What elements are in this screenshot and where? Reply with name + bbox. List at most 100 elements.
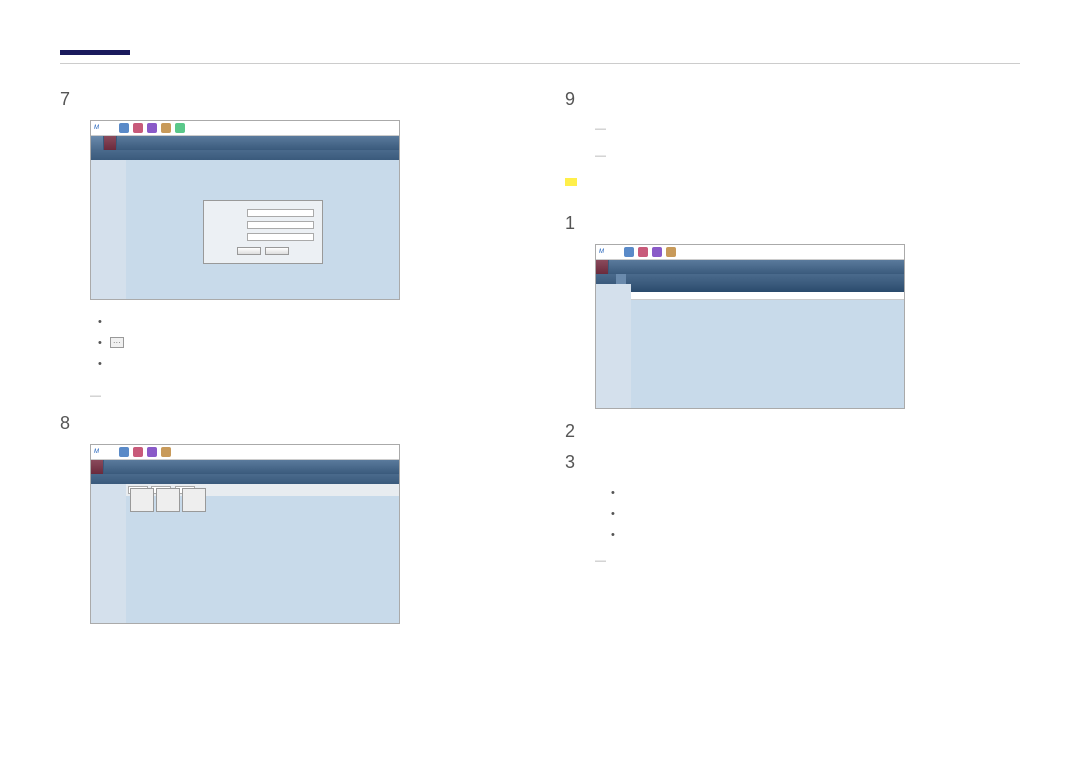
grid-header [631,284,904,292]
step-7: 7 [60,89,515,110]
screenshot-time-settings: M [595,244,1020,409]
magicinfo-logo: M [599,249,604,255]
bullet-item [98,333,515,354]
page-columns: 7 M [60,89,1020,636]
header-icons [119,447,171,457]
grid-row[interactable] [631,292,904,300]
ribbon-tab[interactable] [104,136,117,150]
left-column: 7 M [60,89,515,636]
ribbon-tab[interactable] [91,460,104,474]
screenshot-approve-device: M [90,120,515,300]
sidebar-item[interactable] [598,286,629,290]
mi-subribbon [596,274,904,284]
nav-icon[interactable] [161,447,171,457]
section-heading [565,178,577,186]
nav-icon[interactable] [666,247,676,257]
nav-icon[interactable] [161,123,171,133]
bullet-list [98,312,515,375]
sidebar-item[interactable] [93,498,124,502]
nav-icon[interactable] [147,123,157,133]
mi-header: M [91,445,399,460]
ok-button[interactable] [237,247,261,255]
step-number: 3 [565,452,581,473]
device-name-input[interactable] [247,209,314,217]
dialog-buttons [212,247,314,255]
device-group-input[interactable] [247,221,314,229]
step-number: 8 [60,413,76,434]
header-accent [60,50,130,55]
note [90,387,515,406]
step-number: 1 [565,213,581,234]
device-thumbnail[interactable] [182,488,206,512]
step-8: 8 [60,413,515,434]
device-thumbnail[interactable] [156,488,180,512]
mi-main [126,484,399,623]
note [595,147,1020,166]
bullet-item [98,312,515,333]
step-number: 2 [565,421,581,442]
mi-main [126,160,399,299]
nav-icon[interactable] [147,447,157,457]
sub-bullet-list [611,483,1020,546]
bullet-item [611,504,1020,525]
magicinfo-logo: M [94,125,99,131]
approve-dialog [203,200,323,264]
grid-head-cell [677,284,723,292]
header-icons [119,123,185,133]
mi-sidebar [91,160,126,299]
ribbon-tab[interactable] [596,260,609,274]
group-picker-icon[interactable] [110,337,124,348]
nav-icon[interactable] [133,123,143,133]
location-input[interactable] [247,233,314,241]
note [595,552,1020,571]
subtab[interactable] [596,274,606,284]
screenshot-device-list: M [90,444,515,624]
grid-head-cell [859,284,905,292]
cancel-button[interactable] [265,247,289,255]
nav-icon[interactable] [133,447,143,457]
mi-ribbon [91,460,399,474]
grid-head-cell [631,284,677,292]
dialog-row [212,221,314,229]
subribbon-tab[interactable] [91,150,101,160]
nav-icon[interactable] [624,247,634,257]
magicinfo-window: M [90,444,400,624]
device-thumbnail[interactable] [130,488,154,512]
bullet-item [611,525,1020,546]
mi-sidebar [91,484,126,623]
step-number: 9 [565,89,581,110]
step-number: 7 [60,89,76,110]
magicinfo-window: M [90,120,400,300]
device-grid [126,484,399,516]
ribbon-tab[interactable] [91,136,104,150]
header-divider [60,63,1020,64]
grid-head-cell [722,284,768,292]
nav-icon[interactable] [638,247,648,257]
subtab[interactable] [606,274,616,284]
nav-icon[interactable] [119,123,129,133]
header-icons [624,247,676,257]
step-1: 1 [565,213,1020,234]
dialog-label [212,221,247,229]
nav-icon[interactable] [119,447,129,457]
nav-icon[interactable] [175,123,185,133]
grid-head-cell [813,284,859,292]
nav-icon[interactable] [652,247,662,257]
step-2: 2 [565,421,1020,442]
dialog-row [212,233,314,241]
magicinfo-window: M [595,244,905,409]
sidebar-item[interactable] [93,170,124,174]
mi-sidebar [596,284,631,408]
mi-subribbon [91,474,399,484]
mi-header: M [596,245,904,260]
subtab[interactable] [626,274,636,284]
bullet-item [98,354,515,375]
grid-head-cell [768,284,814,292]
subtab-time[interactable] [616,274,626,284]
step-9: 9 [565,89,1020,110]
dialog-label [212,209,247,217]
step-3: 3 [565,452,1020,473]
subribbon-tab[interactable] [101,150,111,160]
mi-header: M [91,121,399,136]
dialog-row [212,209,314,217]
